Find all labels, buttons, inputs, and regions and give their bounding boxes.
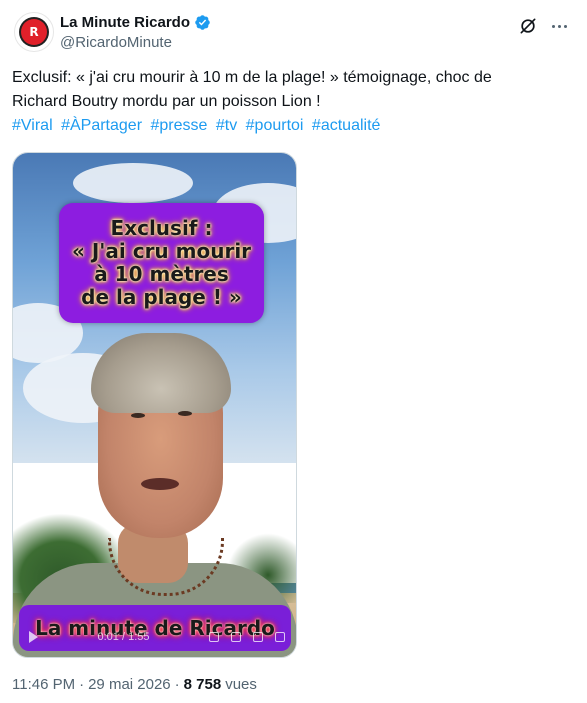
author-handle[interactable]: @RicardoMinute bbox=[60, 34, 172, 51]
tweet-text-line: Richard Boutry mordu par un poisson Lion… bbox=[12, 93, 321, 110]
views-count: 8 758 bbox=[183, 676, 222, 693]
title-card-line: « J'ai cru mourir bbox=[71, 239, 252, 263]
video-controls: 0:01 / 1:55 bbox=[29, 629, 285, 645]
cloud-shape bbox=[73, 163, 193, 203]
title-card-line: à 10 mètres bbox=[94, 262, 229, 286]
author-display-name[interactable]: La Minute Ricardo bbox=[60, 14, 190, 31]
tweet-date[interactable]: 29 mai 2026 bbox=[88, 676, 171, 693]
tweet-text: Exclusif: « j'ai cru mourir à 10 m de la… bbox=[12, 66, 572, 138]
hashtag-link[interactable]: #tv bbox=[216, 117, 237, 134]
meta-separator: · bbox=[79, 676, 85, 693]
title-card-line: Exclusif : bbox=[110, 216, 213, 240]
video-player[interactable]: Exclusif : « J'ai cru mourir à 10 mètres… bbox=[12, 152, 297, 658]
video-time: 0:01 / 1:55 bbox=[97, 631, 150, 643]
hashtag-link[interactable]: #Viral bbox=[12, 117, 53, 134]
more-options-icon[interactable] bbox=[548, 16, 570, 36]
verified-badge-icon bbox=[195, 15, 210, 30]
avatar[interactable]: R bbox=[14, 12, 54, 52]
settings-icon[interactable] bbox=[231, 632, 241, 642]
hashtag-link[interactable]: #pourtoi bbox=[246, 117, 304, 134]
meta-separator: · bbox=[174, 676, 180, 693]
person-mouth bbox=[141, 478, 179, 490]
grok-icon[interactable] bbox=[518, 16, 538, 36]
person-eye bbox=[131, 413, 145, 418]
author-name-row: La Minute Ricardo bbox=[60, 14, 211, 31]
hashtag-link[interactable]: #presse bbox=[150, 117, 207, 134]
tweet-meta: 11:46 PM · 29 mai 2026 · 8 758 vues bbox=[12, 676, 257, 693]
video-title-card: Exclusif : « J'ai cru mourir à 10 mètres… bbox=[59, 203, 264, 323]
hashtag-link[interactable]: #actualité bbox=[312, 117, 381, 134]
play-icon[interactable] bbox=[29, 631, 38, 643]
volume-icon[interactable] bbox=[209, 632, 219, 642]
person-eye bbox=[178, 411, 192, 416]
avatar-logo: R bbox=[21, 19, 47, 45]
title-card-line: de la plage ! » bbox=[81, 285, 242, 309]
views-label: vues bbox=[225, 676, 257, 693]
tweet-text-line: Exclusif: « j'ai cru mourir à 10 m de la… bbox=[12, 69, 492, 86]
tweet-header: R La Minute Ricardo @RicardoMinute bbox=[14, 12, 574, 56]
hashtag-list: #Viral #ÀPartager #presse #tv #pourtoi #… bbox=[12, 114, 572, 138]
tweet-time[interactable]: 11:46 PM bbox=[12, 676, 75, 693]
fullscreen-icon[interactable] bbox=[275, 632, 285, 642]
pip-icon[interactable] bbox=[253, 632, 263, 642]
hashtag-link[interactable]: #ÀPartager bbox=[61, 117, 142, 134]
person-hair bbox=[91, 333, 231, 413]
